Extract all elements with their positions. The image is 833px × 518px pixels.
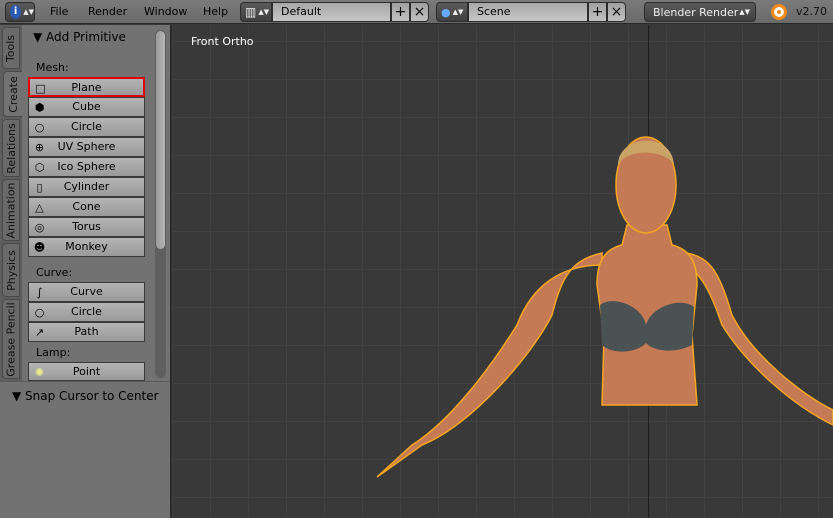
menu-render[interactable]: Render <box>88 5 127 18</box>
cube-icon: ⬢ <box>34 101 45 114</box>
panel-scrollbar[interactable] <box>155 30 166 378</box>
snap-cursor-panel: ▼ Snap Cursor to Center <box>0 381 170 518</box>
cone-icon: △ <box>35 201 44 214</box>
add-path-button[interactable]: ↗ Path <box>28 322 145 342</box>
add-layout-button[interactable]: + <box>391 2 410 22</box>
version-label: v2.70 <box>796 5 828 18</box>
character-model[interactable] <box>172 25 833 518</box>
add-point-lamp-button[interactable]: ✺ Point <box>28 362 145 381</box>
scene-field[interactable]: Scene <box>468 2 588 22</box>
monkey-icon: ☻ <box>33 241 46 254</box>
layout-icon: ▥ <box>245 5 257 19</box>
add-plane-button[interactable]: □ Plane <box>28 77 145 97</box>
add-curve-circle-button[interactable]: ○ Circle <box>28 302 145 322</box>
menu-help[interactable]: Help <box>203 5 228 18</box>
add-curve-button[interactable]: ∫ Curve <box>28 282 145 302</box>
layout-icon-button[interactable]: ▥ ▲▼ <box>240 2 272 22</box>
torus-icon: ◎ <box>34 221 45 234</box>
tab-create[interactable]: Create <box>3 71 23 117</box>
menu-file[interactable]: File <box>50 5 68 18</box>
circle-icon: ○ <box>34 121 45 134</box>
add-monkey-button[interactable]: ☻ Monkey <box>28 237 145 257</box>
editor-type-button[interactable]: i ▲▼ <box>5 2 35 22</box>
remove-scene-button[interactable]: × <box>607 2 626 22</box>
render-engine-value: Blender Render <box>653 5 739 19</box>
tab-physics[interactable]: Physics <box>2 243 20 297</box>
info-icon: i <box>10 5 22 19</box>
top-header: i ▲▼ File Render Window Help ▥ ▲▼ Default … <box>0 0 833 24</box>
right-arm <box>686 252 833 426</box>
mesh-label: Mesh: <box>36 61 69 74</box>
tab-relations[interactable]: Relations <box>2 119 20 177</box>
add-scene-button[interactable]: + <box>588 2 607 22</box>
lamp-label: Lamp: <box>36 346 71 359</box>
snap-cursor-header[interactable]: ▼ Snap Cursor to Center <box>12 389 159 403</box>
uv-sphere-icon: ⊕ <box>34 141 45 154</box>
scrollbar-thumb[interactable] <box>156 31 165 249</box>
curve-circle-icon: ○ <box>34 306 45 319</box>
tab-grease-pencil[interactable]: Grease Pencil <box>2 299 20 379</box>
add-torus-button[interactable]: ◎ Torus <box>28 217 145 237</box>
3d-viewport[interactable]: Front Ortho <box>172 25 833 518</box>
path-icon: ↗ <box>34 326 45 339</box>
add-primitive-header[interactable]: ▼ Add Primitive <box>33 30 126 44</box>
scene-icon: ● <box>441 5 451 19</box>
add-circle-button[interactable]: ○ Circle <box>28 117 145 137</box>
remove-layout-button[interactable]: × <box>410 2 429 22</box>
screen-layout-field[interactable]: Default <box>272 2 391 22</box>
render-engine-select[interactable]: Blender Render ▲▼ <box>644 2 756 22</box>
menu-window[interactable]: Window <box>144 5 187 18</box>
ico-sphere-icon: ⬡ <box>34 161 45 174</box>
add-cube-button[interactable]: ⬢ Cube <box>28 97 145 117</box>
point-lamp-icon: ✺ <box>34 366 45 379</box>
blender-logo-icon <box>771 4 787 20</box>
add-cone-button[interactable]: △ Cone <box>28 197 145 217</box>
tab-tools[interactable]: Tools <box>2 27 20 69</box>
tab-animation[interactable]: Animation <box>2 179 20 241</box>
scene-icon-button[interactable]: ● ▲▼ <box>436 2 468 22</box>
cylinder-icon: ▯ <box>36 181 43 194</box>
curve-label: Curve: <box>36 266 73 279</box>
plane-icon: □ <box>35 82 46 95</box>
add-cylinder-button[interactable]: ▯ Cylinder <box>28 177 145 197</box>
add-ico-sphere-button[interactable]: ⬡ Ico Sphere <box>28 157 145 177</box>
curve-icon: ∫ <box>36 286 43 299</box>
add-uv-sphere-button[interactable]: ⊕ UV Sphere <box>28 137 145 157</box>
left-arm <box>376 252 603 478</box>
